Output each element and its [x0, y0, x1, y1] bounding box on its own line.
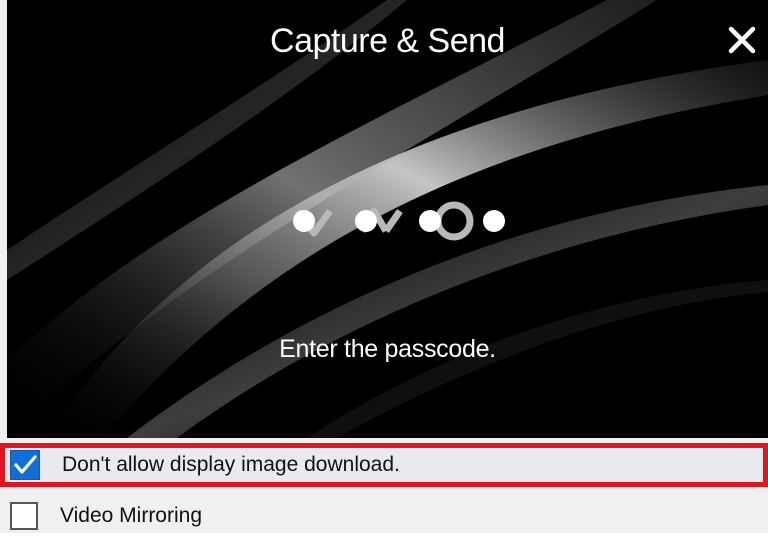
passcode-panel: Capture & Send Enter the passcode. — [7, 0, 768, 438]
checkmark-icon — [14, 455, 37, 474]
dialog-title: Capture & Send — [270, 22, 505, 60]
video-mirroring-checkbox[interactable] — [10, 502, 38, 530]
passcode-prompt: Enter the passcode. — [279, 335, 496, 363]
disallow-download-checkbox[interactable] — [10, 450, 40, 480]
disallow-download-option[interactable]: Don't allow display image download. — [0, 443, 768, 487]
passcode-dot — [355, 210, 377, 232]
video-mirroring-label: Video Mirroring — [60, 504, 203, 527]
video-mirroring-option[interactable]: Video Mirroring — [0, 496, 768, 536]
close-button[interactable] — [724, 22, 760, 58]
passcode-dot — [293, 210, 315, 232]
capture-send-window: Capture & Send Enter the passcode. Don't… — [0, 0, 768, 533]
options-panel: Don't allow display image download. Vide… — [0, 438, 768, 533]
passcode-dot — [483, 210, 505, 232]
close-icon — [728, 26, 756, 54]
disallow-download-label: Don't allow display image download. — [62, 453, 400, 476]
passcode-dots — [293, 210, 505, 232]
passcode-dot — [419, 210, 441, 232]
